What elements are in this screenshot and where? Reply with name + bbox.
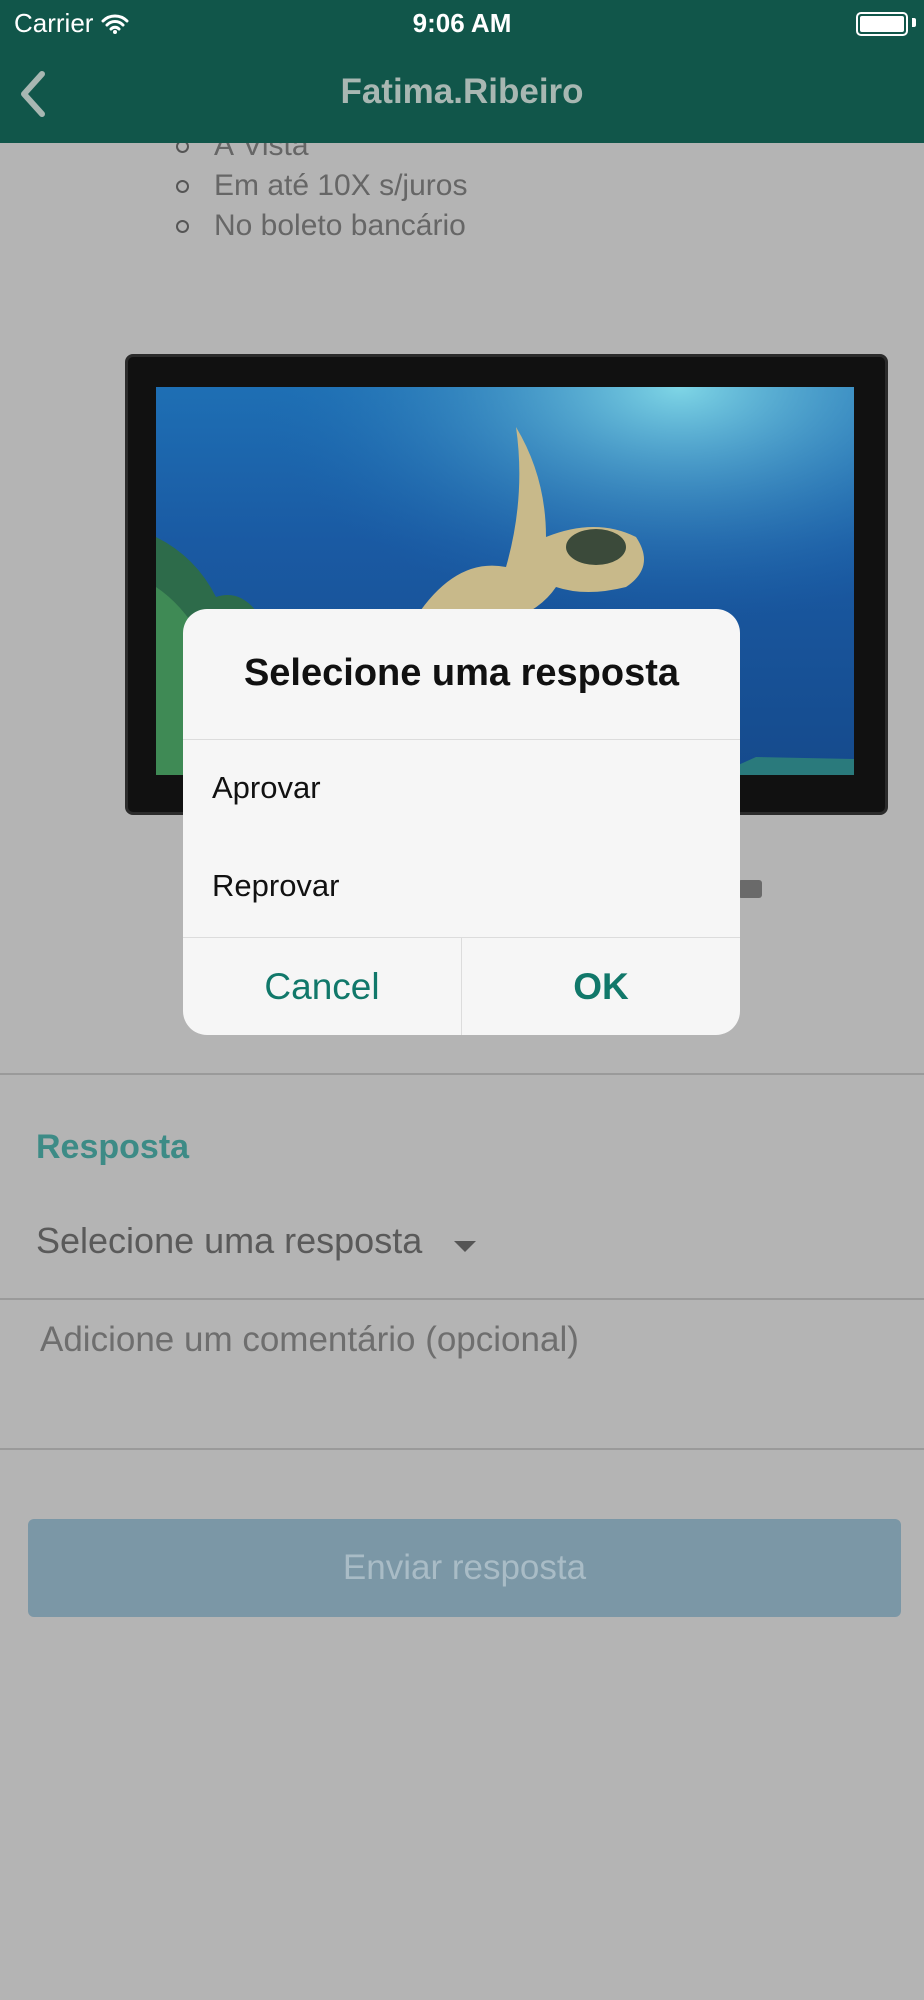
page-title: Fatima.Ribeiro [340,72,584,111]
payment-options-list: À Vista Em até 10X s/juros No boleto ban… [176,143,467,246]
list-item: À Vista [176,143,467,166]
divider [0,1448,924,1450]
dialog-title: Selecione uma resposta [243,652,680,694]
status-time: 9:06 AM [412,8,512,38]
divider [183,739,740,740]
cancel-button[interactable]: Cancel [183,938,461,1035]
submit-button[interactable]: Enviar resposta [28,1519,901,1617]
ok-button[interactable]: OK [462,938,740,1035]
response-select[interactable]: Selecione uma resposta [36,1220,422,1262]
tv-stand [738,880,762,898]
divider [0,1073,924,1075]
status-bar: Carrier 9:06 AM [0,0,924,44]
battery-icon [856,12,908,36]
caret-down-icon[interactable] [454,1241,476,1252]
battery-tip [912,18,916,27]
content-area: À Vista Em até 10X s/juros No boleto ban… [0,143,924,2000]
comment-input[interactable] [40,1315,900,1365]
option-reprovar[interactable]: Reprovar [212,868,340,904]
select-response-dialog: Selecione uma resposta Aprovar Reprovar … [183,609,740,1035]
option-aprovar[interactable]: Aprovar [212,770,321,806]
list-item: No boleto bancário [176,206,467,246]
section-label: Resposta [36,1128,190,1166]
navigation-bar: Fatima.Ribeiro [0,44,924,143]
divider [0,1298,924,1300]
list-item: Em até 10X s/juros [176,166,467,206]
